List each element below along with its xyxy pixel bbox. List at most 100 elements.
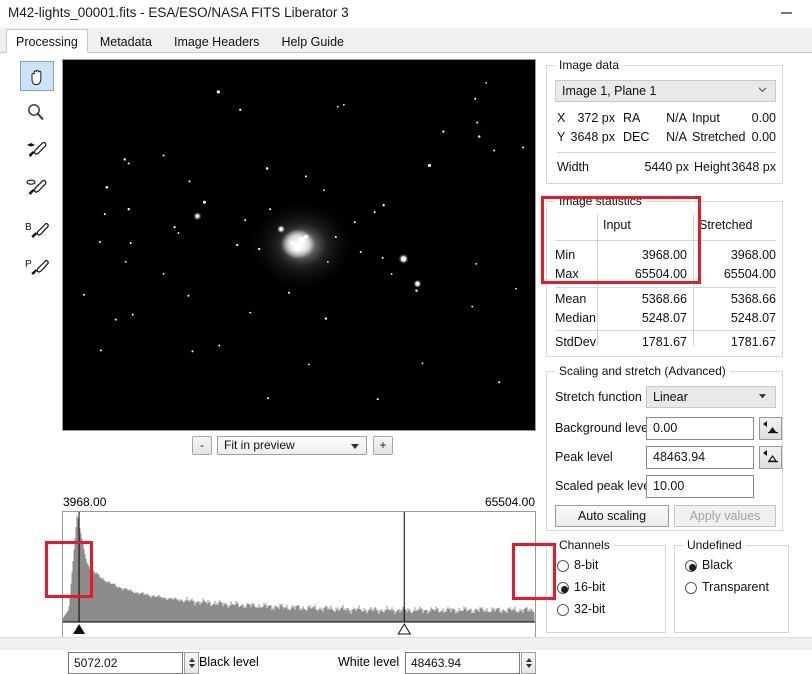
input-pixel-label: Input [692,111,720,125]
tab-help-guide[interactable]: Help Guide [271,29,354,53]
stretch-function-value: Linear [653,390,688,404]
stretch-function-select[interactable]: Linear [646,386,776,408]
window-titlebar: M42-lights_00001.fits - ESA/ESO/NASA FIT… [0,0,812,28]
radio-dot [557,560,569,572]
white-point-picker-tool[interactable] [20,173,54,203]
zoom-in-button[interactable]: + [373,436,393,455]
width-label: Width [557,160,589,174]
image-plane-select[interactable]: Image 1, Plane 1 [555,80,776,102]
stats-divider-2 [555,287,776,288]
tool-palette: B P [20,61,58,281]
histogram-max-label: 65504.00 [484,495,535,509]
background-level-picker-tool[interactable]: B [20,216,54,246]
black-point-picker-tool[interactable] [20,135,54,165]
stats-row-mean-input: 5368.66 [641,292,687,306]
black-point-pick-icon [763,421,778,434]
y-axis-value: 3648 px [570,130,615,144]
histogram-canvas [63,512,535,645]
main-content: B P - Fit in preview + 3968.00 65504.00 … [0,53,812,674]
radio-32bit-label: 32-bit [574,602,606,616]
tab-bar: Processing Metadata Image Headers Help Guid… [0,28,812,53]
zoom-level-select[interactable]: Fit in preview [217,436,367,455]
y-axis-label: Y [557,130,566,144]
right-panel: Image data Image 1, Plane 1 X 372 px RA … [540,53,812,650]
stats-row-min-input: 3968.00 [641,248,687,262]
black-level-input[interactable]: 5072.02 [68,652,183,674]
window-title: M42-lights_00001.fits - ESA/ESO/NASA FIT… [8,5,349,20]
peak-level-picker-button[interactable] [759,446,782,469]
x-axis-value: 372 px [577,111,615,125]
zoom-controls: - Fit in preview + [62,436,536,456]
channels-legend: Channels [555,538,614,552]
radio-16bit-label: 16-bit [574,580,606,594]
chevron-down-icon [351,444,359,449]
ra-value: N/A [666,111,687,125]
radio-dot [685,582,697,594]
stats-col-divider-2 [693,214,694,346]
scaled-peak-level-input[interactable]: 10.00 [646,475,754,498]
black-level-label: Black level [199,655,259,669]
histogram-plot[interactable] [62,511,536,646]
hand-icon [31,70,42,86]
background-level-label: Background level [555,421,651,435]
white-level-stepper[interactable] [521,652,536,674]
black-level-stepper[interactable] [184,652,199,674]
dec-value: N/A [666,130,687,144]
black-level-field-group: 5072.02 [68,652,199,674]
auto-scaling-button[interactable]: Auto scaling [555,505,669,527]
stats-row-min-stretched: 3968.00 [730,248,776,262]
eyedropper-filled-icon [27,141,47,157]
stats-row-max-input: 65504.00 [634,267,687,281]
undefined-legend: Undefined [683,538,746,552]
stats-row-mean-stretched: 5368.66 [730,292,776,306]
minimize-icon[interactable] [776,6,798,22]
image-statistics-legend: Image statistics [555,194,646,208]
ra-label: RA [623,111,641,125]
eyedropper-b-icon: B [25,222,49,238]
radio-dot [557,604,569,616]
svg-text:B: B [25,222,32,233]
radio-dot [685,560,697,572]
zoom-out-button[interactable]: - [192,436,212,455]
white-point-pick-icon [763,450,778,463]
astronomy-image [63,60,535,430]
input-pixel-value: 0.00 [751,111,776,125]
background-level-input[interactable]: 0.00 [646,417,754,440]
tab-image-headers[interactable]: Image Headers [164,29,269,53]
height-value: 3648 px [731,160,776,174]
tab-processing[interactable]: Processing [6,29,88,53]
chevron-down-icon [758,87,767,93]
eyedropper-hollow-icon [26,179,47,195]
radio-undefined-transparent-label: Transparent [702,580,769,594]
chevron-down-icon [758,394,767,399]
stats-row-mean-label: Mean [555,292,587,306]
pan-hand-tool[interactable] [20,61,54,91]
x-axis-label: X [557,111,566,125]
peak-level-label: Peak level [555,450,613,464]
magnifier-icon [28,104,44,121]
background-level-picker-button[interactable] [759,417,782,440]
stats-row-median-stretched: 5248.07 [730,311,776,325]
stats-row-stddev-stretched: 1781.67 [730,335,776,349]
tab-metadata[interactable]: Metadata [90,29,162,53]
scaling-stretch-legend: Scaling and stretch (Advanced) [555,364,730,378]
width-value: 5440 px [644,160,689,174]
peak-level-picker-tool[interactable]: P [20,253,54,283]
stats-row-stddev-label: StdDev [555,335,596,349]
stats-row-max-label: Max [555,267,579,281]
stretch-function-label: Stretch function [555,390,642,404]
stats-col-stretched: Stretched [699,218,753,232]
stats-col-divider-1 [597,214,598,346]
stats-divider-3 [555,330,776,331]
stats-row-max-stretched: 65504.00 [723,267,776,281]
stats-header-divider [555,240,776,241]
channels-group: Channels 8-bit 16-bit 32-bit [546,538,666,633]
zoom-magnifier-tool[interactable] [20,97,54,127]
radio-dot [557,582,569,594]
peak-level-input[interactable]: 48463.94 [646,446,754,469]
white-level-input[interactable]: 48463.94 [405,652,520,674]
image-data-group: Image data Image 1, Plane 1 X 372 px RA … [546,58,783,184]
image-preview[interactable] [62,59,536,431]
radio-undefined-black-label: Black [702,558,733,572]
white-level-label: White level [338,655,400,669]
